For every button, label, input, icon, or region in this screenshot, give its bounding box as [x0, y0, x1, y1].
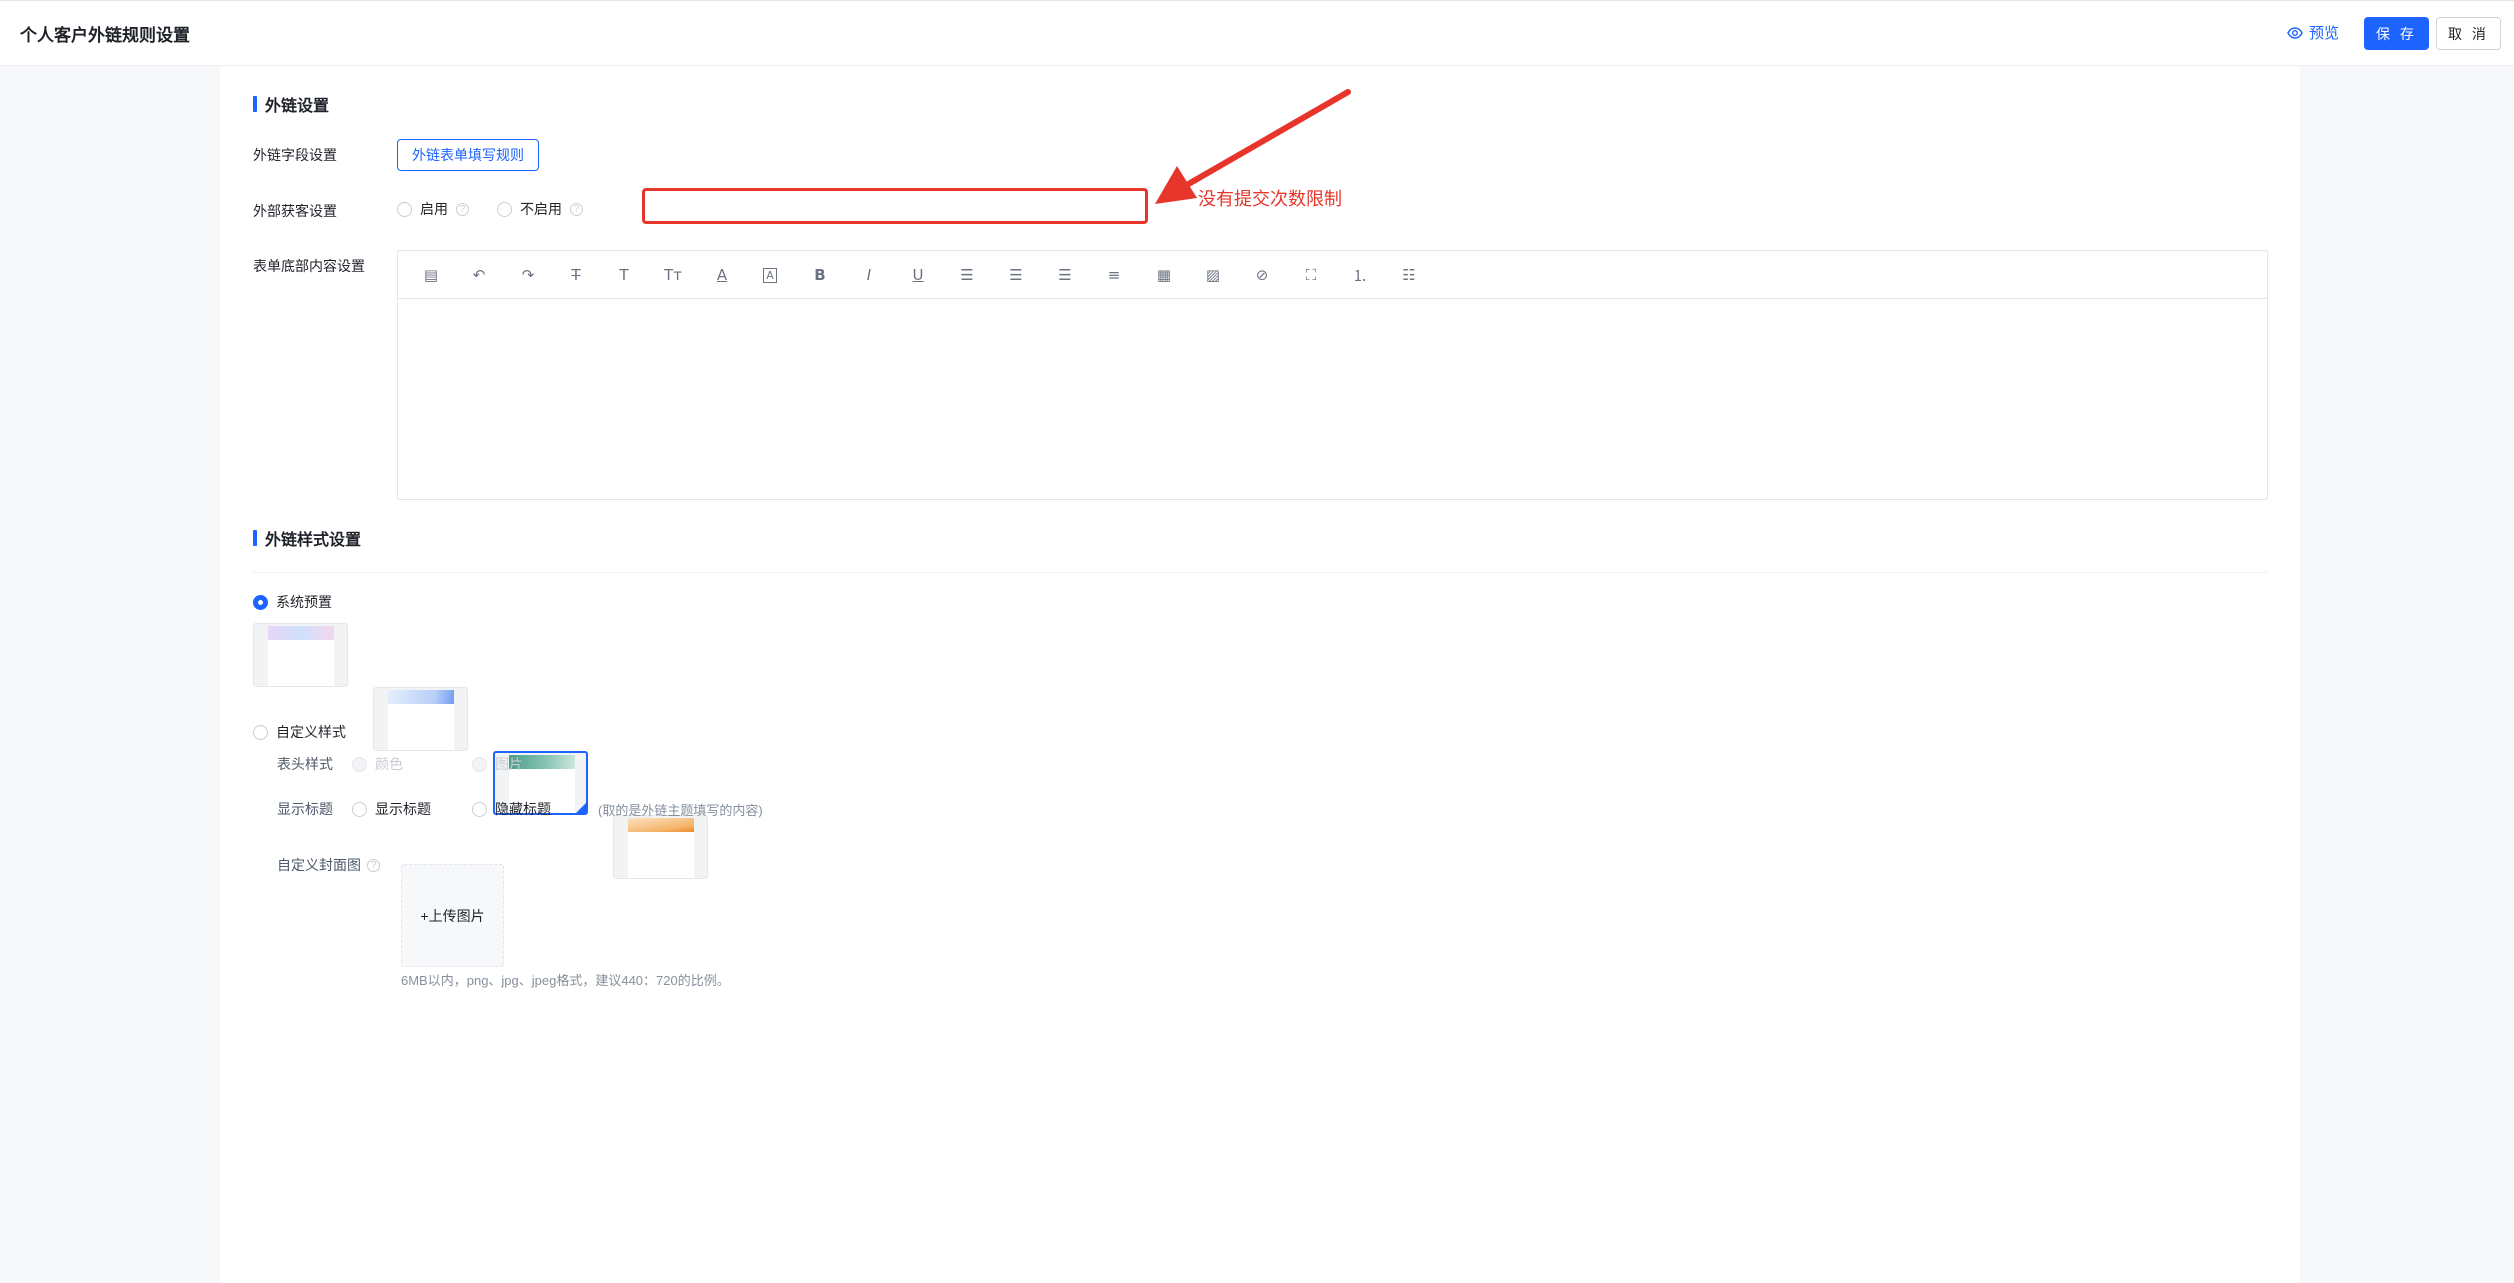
align-left-icon[interactable]: ☰: [957, 265, 977, 285]
preview-button[interactable]: 预览: [2287, 22, 2339, 43]
italic-icon[interactable]: I: [859, 265, 879, 285]
save-button[interactable]: 保 存: [2364, 17, 2429, 50]
hide-title-option-label: 隐藏标题: [495, 801, 551, 817]
title-note: (取的是外链主题填写的内容): [598, 803, 763, 818]
disable-radio[interactable]: 不启用 ?: [497, 199, 583, 219]
annotation-highlight-box: [642, 188, 1148, 224]
system-preset-radio[interactable]: 系统预置: [253, 592, 332, 612]
header-color-label: 颜色: [375, 756, 403, 772]
show-title-radio-circle[interactable]: [352, 801, 367, 817]
system-preset-radio-circle[interactable]: [253, 594, 268, 610]
justify-icon[interactable]: ≡: [1104, 265, 1124, 285]
preset-thumbnail-1[interactable]: [253, 623, 348, 687]
upload-image-button[interactable]: +上传图片: [401, 864, 504, 967]
preview-label: 预览: [2309, 25, 2340, 42]
section-divider: [253, 572, 2268, 573]
font-color-icon[interactable]: A: [712, 265, 732, 285]
footer-content-label: 表单底部内容设置: [253, 258, 365, 274]
selected-corner-icon: [576, 803, 586, 813]
thumbnail-header-band: [628, 818, 694, 832]
text-icon[interactable]: T: [614, 265, 634, 285]
section-accent-bar: [253, 530, 257, 546]
undo-icon[interactable]: ↶: [469, 265, 489, 285]
page-title: 个人客户外链规则设置: [20, 26, 190, 45]
redo-icon[interactable]: ↷: [518, 265, 538, 285]
editor-toolbar: ▤ ↶ ↷ T T Tт A A B I U ☰ ☰ ☰ ≡ ▦ ▨ ⊘ ⛶ ⒈…: [398, 251, 2267, 299]
disable-radio-label: 不启用: [520, 201, 562, 217]
hide-title-radio[interactable]: 隐藏标题: [472, 799, 551, 819]
table-icon[interactable]: ▦: [1154, 265, 1174, 285]
header-image-label: 图片: [495, 756, 523, 772]
top-bar: 个人客户外链规则设置 预览 保 存 取 消: [0, 0, 2514, 66]
template-icon[interactable]: ▤: [421, 265, 441, 285]
hide-title-radio-circle[interactable]: [472, 801, 487, 817]
cover-label-row: 自定义封面图 ?: [277, 855, 380, 875]
custom-style-radio-circle[interactable]: [253, 724, 268, 740]
eye-icon: [2287, 26, 2303, 39]
show-title-radio[interactable]: 显示标题: [352, 799, 431, 819]
cancel-button[interactable]: 取 消: [2436, 17, 2501, 50]
align-center-icon[interactable]: ☰: [1006, 265, 1026, 285]
help-icon[interactable]: ?: [456, 202, 469, 216]
section-title-text: 外链样式设置: [265, 532, 362, 549]
header-color-radio-circle[interactable]: [352, 756, 367, 772]
custom-style-radio[interactable]: 自定义样式: [253, 722, 346, 742]
header-style-label: 表头样式: [277, 756, 333, 772]
enable-radio-label: 启用: [420, 201, 448, 217]
section-accent-bar: [253, 96, 257, 112]
editor-body[interactable]: [398, 299, 2267, 499]
section-title-link-settings: 外链设置: [253, 92, 329, 116]
preset-thumbnail-4[interactable]: [613, 815, 708, 879]
header-color-radio[interactable]: 颜色: [352, 754, 403, 774]
header-image-radio-circle[interactable]: [472, 756, 487, 772]
disable-radio-circle[interactable]: [497, 201, 512, 217]
attachment-icon[interactable]: ⊘: [1252, 265, 1272, 285]
thumbnail-header-band: [268, 626, 334, 640]
system-preset-label: 系统预置: [276, 594, 332, 610]
show-title-label: 显示标题: [277, 801, 333, 817]
section-title-text: 外链设置: [265, 98, 330, 115]
help-icon[interactable]: ?: [367, 858, 380, 872]
field-rules-button[interactable]: 外链表单填写规则: [397, 139, 539, 171]
enable-radio[interactable]: 启用 ?: [397, 199, 469, 219]
cover-label: 自定义封面图: [277, 857, 361, 873]
bold-icon[interactable]: B: [810, 265, 830, 285]
main-content: 外链设置 外链字段设置 外链表单填写规则 外部获客设置 启用 ? 不启用 ? 没…: [220, 66, 2300, 1283]
preset-thumbnail-2[interactable]: [373, 687, 468, 751]
thumbnail-header-band: [388, 690, 454, 704]
field-setting-label: 外链字段设置: [253, 147, 337, 163]
background-color-icon[interactable]: A: [760, 265, 780, 285]
underline-icon[interactable]: U: [908, 265, 928, 285]
bullet-list-icon[interactable]: ☷: [1399, 265, 1419, 285]
enable-radio-circle[interactable]: [397, 201, 412, 217]
fullscreen-icon[interactable]: ⛶: [1301, 265, 1321, 285]
external-acquire-label: 外部获客设置: [253, 203, 337, 219]
strikethrough-icon[interactable]: T: [566, 265, 586, 285]
section-title-style-settings: 外链样式设置: [253, 526, 361, 550]
annotation-text: 没有提交次数限制: [1198, 189, 1342, 209]
help-icon[interactable]: ?: [570, 202, 583, 216]
font-size-icon[interactable]: Tт: [663, 265, 683, 285]
align-right-icon[interactable]: ☰: [1055, 265, 1075, 285]
header-image-radio[interactable]: 图片: [472, 754, 523, 774]
ordered-list-icon[interactable]: ⒈: [1350, 265, 1370, 285]
image-icon[interactable]: ▨: [1203, 265, 1223, 285]
rich-text-editor: ▤ ↶ ↷ T T Tт A A B I U ☰ ☰ ☰ ≡ ▦ ▨ ⊘ ⛶ ⒈…: [397, 250, 2268, 500]
upload-hint: 6MB以内，png、jpg、jpeg格式，建议440：720的比例。: [401, 973, 730, 988]
show-title-option-label: 显示标题: [375, 801, 431, 817]
custom-style-label: 自定义样式: [276, 724, 346, 740]
